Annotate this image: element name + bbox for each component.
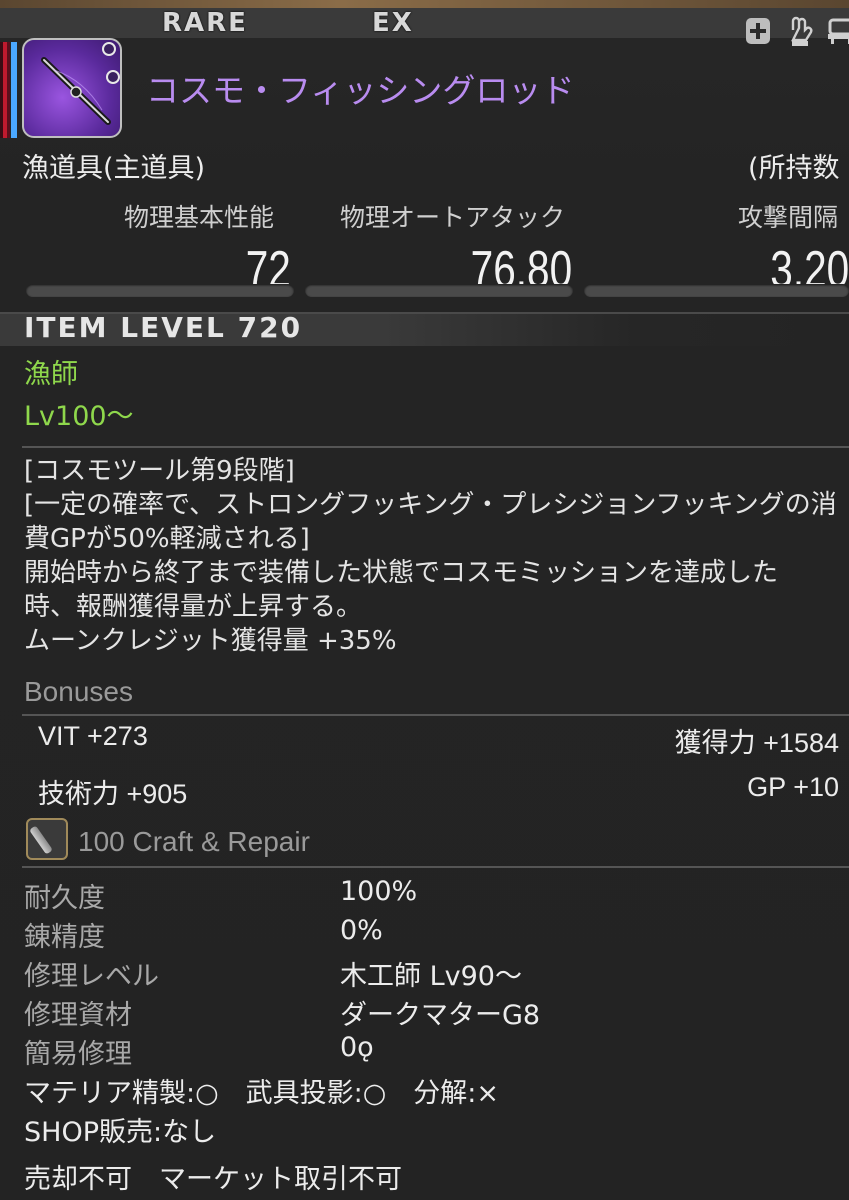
item-description: [コスモツール第9段階] [一定の確率で、ストロングフッキング・プレシジョンフッ… — [24, 454, 849, 658]
required-level: Lv100～ — [24, 401, 134, 432]
wrench-icon — [26, 818, 68, 860]
item-color-bars — [0, 42, 22, 138]
item-level: ITEM LEVEL 720 — [24, 311, 303, 344]
durability-label: 耐久度 — [24, 883, 105, 914]
bonus-gathering: 獲得力 +1584 — [674, 728, 839, 758]
top-border — [0, 0, 849, 8]
repair-material-label: 修理資材 — [24, 1000, 132, 1031]
seat-icon[interactable] — [826, 16, 849, 48]
fishing-rod-icon — [22, 38, 122, 138]
item-name: コスモ・フィッシングロッド — [146, 71, 575, 110]
rare-tag: RARE — [162, 8, 248, 38]
item-category: 漁道具(主道具) — [22, 153, 206, 184]
bonus-vit: VIT +273 — [38, 721, 148, 751]
header-band — [0, 8, 849, 38]
stat-bar-delay — [584, 284, 849, 297]
owned-count: (所持数 1 — [748, 153, 849, 184]
divider — [22, 446, 849, 448]
bonuses-heading: Bonuses — [24, 676, 133, 707]
repair-material-value: ダークマターG8 — [340, 1000, 541, 1031]
ex-tag: EX — [372, 8, 414, 38]
description-line: 時、報酬獲得量が上昇する。 — [24, 592, 363, 622]
hand-icon[interactable] — [784, 16, 813, 48]
shop-sell: SHOP販売:なし — [24, 1117, 217, 1148]
repair-level-label: 修理レベル — [24, 961, 159, 992]
spiritbond-label: 錬精度 — [24, 922, 105, 953]
stat-label-delay: 攻撃間隔 — [738, 203, 839, 232]
durability-value: 100% — [340, 876, 418, 907]
spiritbond-value: 0% — [340, 915, 383, 946]
materia-glamour-desynth: マテリア精製:○ 武具投影:○ 分解:× — [24, 1078, 500, 1109]
description-line: 費GPが50%軽減される] — [24, 524, 310, 554]
stat-label-physical-damage: 物理基本性能 — [124, 203, 275, 232]
craft-repair-heading: 100 Craft & Repair — [78, 826, 310, 857]
description-line: [コスモツール第9段階] — [24, 456, 295, 486]
description-line: ムーンクレジット獲得量 +35% — [24, 626, 397, 656]
bonus-gp: GP +10 — [747, 772, 839, 802]
bonus-perception: 技術力 +905 — [38, 779, 188, 809]
required-job: 漁師 — [24, 359, 78, 390]
divider — [22, 714, 849, 716]
quick-repair-label: 簡易修理 — [24, 1039, 132, 1070]
stat-bar-auto-attack — [305, 284, 573, 297]
stat-label-auto-attack: 物理オートアタック — [340, 203, 566, 232]
description-line: 開始時から終了まで装備した状態でコスモミッションを達成した — [24, 558, 779, 588]
plus-icon[interactable] — [744, 16, 772, 48]
description-line: [一定の確率で、ストロングフッキング・プレシジョンフッキングの消 — [24, 490, 837, 520]
trade-restrictions: 売却不可 マーケット取引不可 — [24, 1164, 402, 1195]
repair-level-value: 木工師 Lv90～ — [340, 961, 522, 992]
divider — [22, 866, 849, 868]
stat-bar-physical-damage — [26, 284, 294, 297]
quick-repair-value: 0ǫ — [340, 1032, 374, 1063]
